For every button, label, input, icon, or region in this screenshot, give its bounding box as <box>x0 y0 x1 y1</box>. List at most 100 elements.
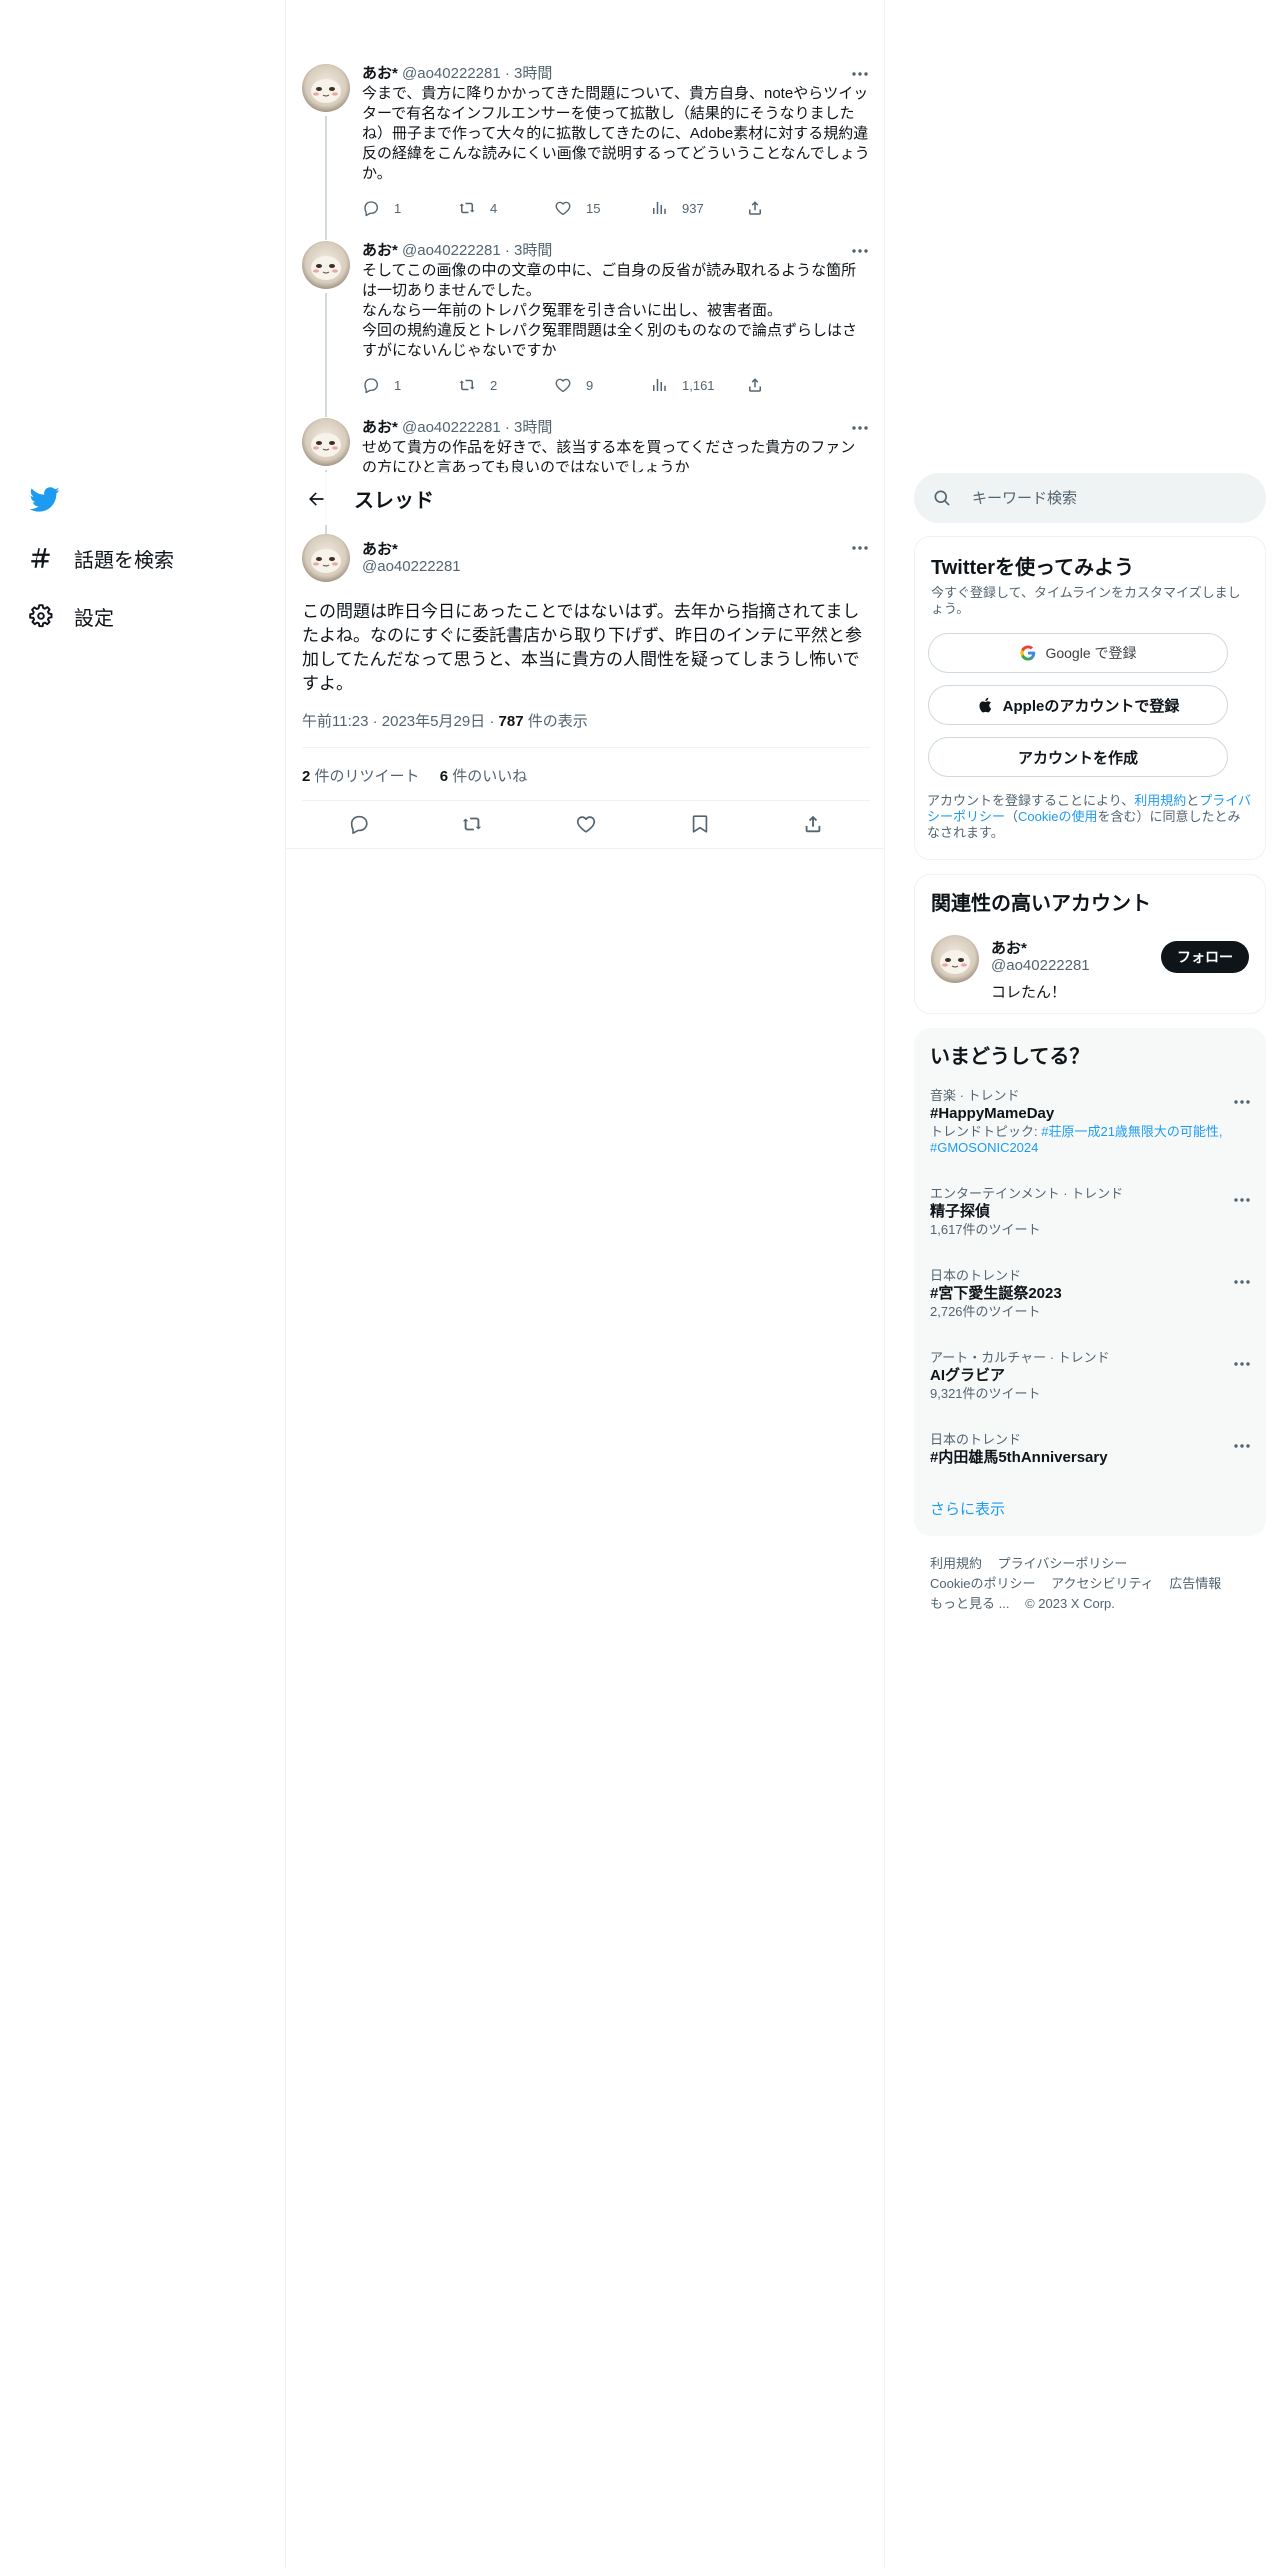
like-button[interactable]: 15 <box>554 198 650 218</box>
nav-explore-label: 話題を検索 <box>74 549 174 572</box>
follow-button[interactable]: フォロー <box>1161 941 1249 973</box>
search-box[interactable] <box>914 473 1266 523</box>
author-name[interactable]: あお* <box>362 65 398 82</box>
likes-stat[interactable]: 6 件のいいね <box>440 768 528 785</box>
trend-name: 精子探偵 <box>930 1203 991 1220</box>
twitter-bird-icon[interactable] <box>28 484 62 514</box>
avatar[interactable] <box>302 241 350 289</box>
more-icon[interactable] <box>1232 1272 1252 1292</box>
tweet-time[interactable]: 午前11:23 <box>302 713 368 730</box>
trend-context: 日本のトレンド <box>930 1268 1022 1283</box>
account-name[interactable]: あお* <box>991 937 1027 958</box>
reply-button[interactable] <box>339 804 379 844</box>
divider <box>302 747 870 748</box>
more-icon[interactable] <box>1232 1436 1252 1456</box>
signup-title: Twitterを使ってみよう <box>931 557 1135 579</box>
nav-settings[interactable]: 設定 <box>28 596 114 636</box>
avatar[interactable] <box>302 534 350 582</box>
author-handle-time[interactable]: @ao40222281 · 3時間 <box>402 419 552 436</box>
avatar[interactable] <box>931 935 979 983</box>
more-icon[interactable] <box>850 538 870 558</box>
search-icon <box>934 490 950 506</box>
footer-privacy-link[interactable]: プライバシーポリシー <box>998 1556 1128 1571</box>
more-icon[interactable] <box>850 241 870 261</box>
google-signup-button[interactable]: Google で登録 <box>928 633 1228 673</box>
trend-name: #HappyMameDay <box>930 1105 1055 1122</box>
author-name[interactable]: あお* <box>362 538 398 559</box>
create-account-button[interactable]: アカウントを作成 <box>928 737 1228 777</box>
footer-more-link[interactable]: もっと見る ... <box>930 1596 1009 1611</box>
reply-icon <box>348 813 370 835</box>
retweet-button[interactable]: 2 <box>458 375 554 395</box>
author-name[interactable]: あお* <box>362 242 398 259</box>
views-button[interactable]: 937 <box>650 198 746 218</box>
trend-context: エンターテインメント · トレンド <box>930 1186 1124 1201</box>
trend-item[interactable]: 日本のトレンド #内田雄馬5thAnniversary <box>930 1432 1250 1468</box>
trend-item[interactable]: エンターテインメント · トレンド 精子探偵 1,617件のツイート <box>930 1186 1250 1238</box>
more-icon[interactable] <box>850 64 870 84</box>
reply-button[interactable]: 1 <box>362 375 458 395</box>
main-column: あお* @ao40222281 · 3時間 今まで、貴方に降りかかってきた問題に… <box>285 0 885 2568</box>
apple-signup-label: Appleのアカウントで登録 <box>1002 697 1180 715</box>
footer-links: 利用規約 プライバシーポリシー Cookieのポリシー アクセシビリティ 広告情… <box>930 1554 1260 1614</box>
search-input[interactable] <box>972 489 1252 507</box>
cookie-link[interactable]: Cookieの使用 <box>1018 809 1097 824</box>
footer-terms-link[interactable]: 利用規約 <box>930 1556 982 1571</box>
trend-context: 日本のトレンド <box>930 1432 1022 1447</box>
like-count: 9 <box>586 377 594 393</box>
like-button[interactable]: 9 <box>554 375 650 395</box>
more-icon[interactable] <box>850 418 870 438</box>
share-button[interactable] <box>746 375 786 395</box>
share-button[interactable] <box>746 198 786 218</box>
nav-settings-label: 設定 <box>74 607 114 630</box>
views-label: 件の表示 <box>527 713 588 730</box>
trend-count: 2,726件のツイート <box>930 1304 1041 1319</box>
retweet-icon <box>458 376 476 394</box>
views-button[interactable]: 1,161 <box>650 375 746 395</box>
thread-header: スレッド <box>286 472 884 525</box>
like-count: 15 <box>586 200 601 216</box>
retweets-label: 件のリツイート <box>314 768 420 785</box>
nav-explore[interactable]: 話題を検索 <box>28 538 174 578</box>
retweet-button[interactable] <box>452 804 492 844</box>
back-button[interactable] <box>298 481 334 517</box>
trend-item[interactable]: 日本のトレンド #宮下愛生誕祭2023 2,726件のツイート <box>930 1268 1250 1320</box>
share-button[interactable] <box>793 804 833 844</box>
avatar[interactable] <box>302 64 350 112</box>
author-handle[interactable]: @ao40222281 <box>362 558 461 575</box>
account-handle[interactable]: @ao40222281 <box>991 957 1090 974</box>
more-icon[interactable] <box>1232 1190 1252 1210</box>
author-handle-time[interactable]: @ao40222281 · 3時間 <box>402 242 552 259</box>
reply-count: 1 <box>394 200 402 216</box>
show-more-link[interactable]: さらに表示 <box>930 1498 1005 1519</box>
focal-action-bar <box>302 800 870 848</box>
retweet-icon <box>458 199 476 217</box>
meta-separator: · <box>489 713 499 730</box>
retweet-button[interactable]: 4 <box>458 198 554 218</box>
footer-ads-link[interactable]: 広告情報 <box>1169 1576 1221 1591</box>
tweet-date[interactable]: 2023年5月29日 <box>382 713 485 730</box>
footer-accessibility-link[interactable]: アクセシビリティ <box>1051 1576 1154 1591</box>
divider <box>286 848 884 849</box>
avatar[interactable] <box>302 418 350 466</box>
footer-copyright: © 2023 X Corp. <box>1025 1596 1115 1611</box>
more-icon[interactable] <box>1232 1092 1252 1112</box>
footer-cookie-link[interactable]: Cookieのポリシー <box>930 1576 1035 1591</box>
views-count: 1,161 <box>682 377 715 393</box>
apple-signup-button[interactable]: Appleのアカウントで登録 <box>928 685 1228 725</box>
retweets-stat[interactable]: 2 件のリツイート <box>302 768 420 785</box>
terms-link[interactable]: 利用規約 <box>1134 793 1186 808</box>
retweet-count: 4 <box>490 200 498 216</box>
views-count: 937 <box>682 200 704 216</box>
reply-button[interactable]: 1 <box>362 198 458 218</box>
trend-item[interactable]: 音楽 · トレンド #HappyMameDay トレンドトピック: #荘原一成2… <box>930 1088 1250 1156</box>
page-title: スレッド <box>354 490 434 512</box>
trend-item[interactable]: アート・カルチャー · トレンド AIグラビア 9,321件のツイート <box>930 1350 1250 1402</box>
bookmark-button[interactable] <box>680 804 720 844</box>
more-icon[interactable] <box>1232 1354 1252 1374</box>
author-name[interactable]: あお* <box>362 419 398 436</box>
likes-label: 件のいいね <box>452 768 528 785</box>
author-handle-time[interactable]: @ao40222281 · 3時間 <box>402 65 552 82</box>
like-button[interactable] <box>566 804 606 844</box>
share-icon <box>802 813 824 835</box>
